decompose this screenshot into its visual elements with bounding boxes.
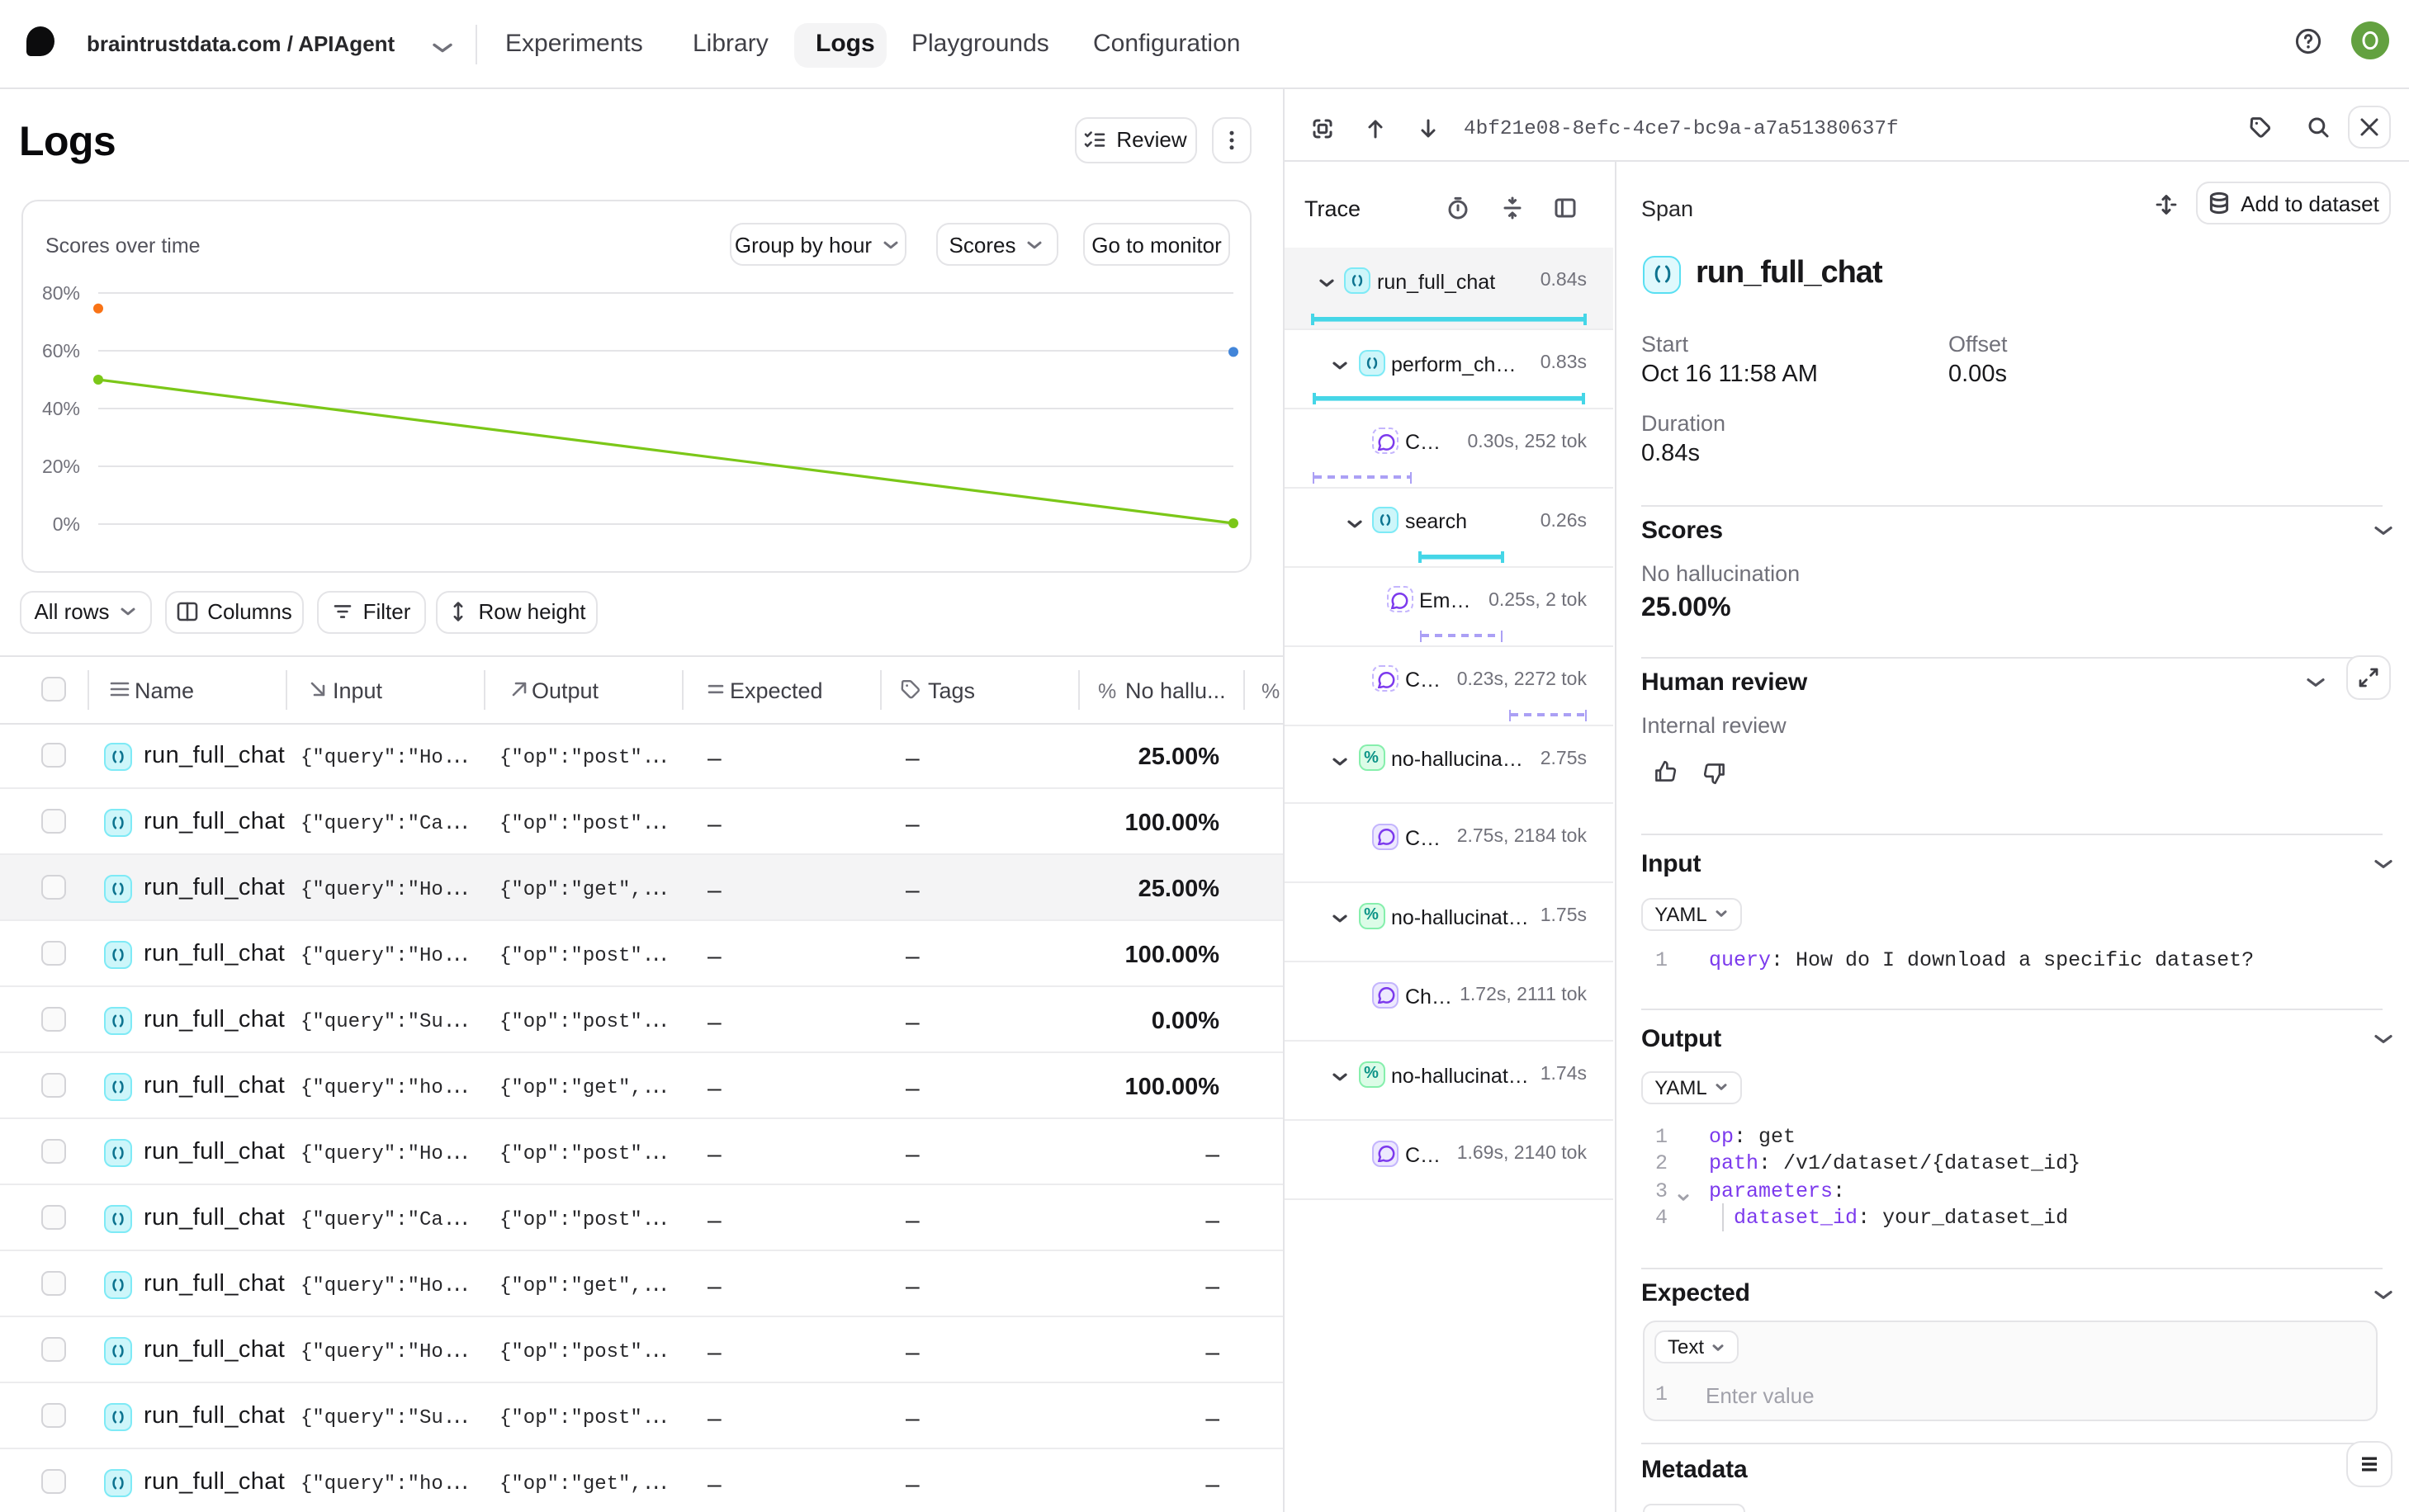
svg-text:80%: 80% bbox=[41, 282, 79, 304]
svg-text:0%: 0% bbox=[52, 513, 79, 535]
svg-text:60%: 60% bbox=[41, 340, 79, 361]
svg-text:40%: 40% bbox=[41, 398, 79, 419]
svg-text:20%: 20% bbox=[41, 456, 79, 477]
